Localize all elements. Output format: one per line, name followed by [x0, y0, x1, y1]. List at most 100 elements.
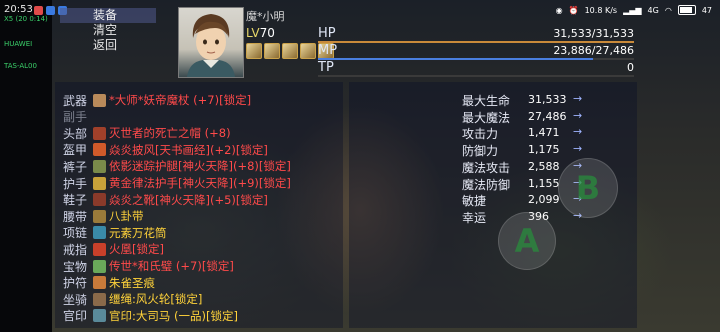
arrow-icon: →: [573, 108, 583, 122]
skill-icon: [282, 43, 298, 59]
equipment-item-name: 朱雀圣痕: [109, 275, 155, 290]
item-icon: [93, 143, 106, 157]
hp-label: HP: [318, 26, 336, 41]
equipment-row[interactable]: 官印 官印:大司马 (一品)[锁定]: [63, 308, 238, 324]
attribute-row: 攻击力 1,471 →: [462, 125, 632, 141]
equipment-slot-label: 鞋子: [63, 193, 88, 208]
attribute-label: 防御力: [462, 144, 499, 159]
equipment-slot-label: 官印: [63, 309, 88, 324]
arrow-icon: →: [573, 142, 583, 156]
equipment-item-name: *大师*妖帝魔杖 (+7)[锁定]: [109, 93, 252, 107]
hp-value: 31,533/31,533: [553, 27, 634, 40]
attribute-row: 最大魔法 27,486 →: [462, 109, 632, 125]
equipment-slot-label: 宝物: [63, 259, 88, 274]
equipment-item-name: 缰绳:风火轮[锁定]: [109, 292, 203, 307]
attribute-value: 2,099: [528, 193, 560, 207]
item-icon: [93, 292, 106, 306]
equipment-slot-label: 护符: [63, 276, 88, 291]
device-line-2: HUAWEI: [4, 40, 33, 48]
equipment-item-name: 官印:大司马 (一品)[锁定]: [109, 308, 238, 323]
hp-stat: HP 31,533/31,533: [318, 26, 634, 43]
equipment-item-name: 八卦带: [109, 209, 144, 224]
signal-icon: ▂▄▆: [623, 5, 642, 15]
equipment-slot-label: 副手: [63, 110, 88, 125]
a-button[interactable]: A: [498, 212, 556, 270]
equipment-slot-label: 坐骑: [63, 292, 88, 307]
equipment-row[interactable]: 头部 灭世者的死亡之帽 (+8): [63, 125, 231, 141]
device-line-3: TAS-AL00: [4, 62, 37, 70]
attribute-label: 魔法攻击: [462, 160, 511, 175]
equipment-item-name: 火凰[锁定]: [109, 242, 164, 257]
item-icon: [93, 193, 106, 207]
attribute-label: 攻击力: [462, 127, 499, 142]
equipment-slot-label: 裤子: [63, 159, 88, 174]
mp-stat: MP 23,886/27,486: [318, 43, 634, 60]
level-value: 70: [259, 26, 275, 40]
character-name: 魔*小明: [246, 10, 285, 23]
arrow-icon: →: [573, 92, 583, 105]
mp-label: MP: [318, 43, 338, 58]
battery-icon: [677, 5, 696, 15]
arrow-icon: →: [573, 125, 583, 139]
equipment-row[interactable]: 鞋子 焱炎之靴[神火天降](+5)[锁定]: [63, 192, 268, 208]
system-icons: ◉ ⏰ 10.8 K/s ▂▄▆ 4G ◠ 47: [556, 5, 712, 15]
attribute-row: 防御力 1,175 →: [462, 142, 632, 158]
equipment-slot-label: 戒指: [63, 242, 88, 257]
equipment-row[interactable]: 宝物 传世*和氏璧 (+7)[锁定]: [63, 258, 234, 274]
tp-value: 0: [627, 61, 634, 74]
equipment-slot-label: 护手: [63, 176, 88, 191]
equipment-row[interactable]: 腰带 八卦带: [63, 208, 144, 224]
equipment-row[interactable]: 护符 朱雀圣痕: [63, 275, 155, 291]
tp-bar: [318, 75, 634, 77]
status-time: 20:53: [4, 4, 33, 15]
attribute-value: 1,471: [528, 126, 560, 140]
equipment-item-name: 焱炎之靴[神火天降](+5)[锁定]: [109, 192, 268, 207]
equipment-row[interactable]: 武器 *大师*妖帝魔杖 (+7)[锁定]: [63, 92, 251, 108]
attribute-value: 31,533: [528, 93, 567, 106]
mp-value: 23,886/27,486: [553, 44, 634, 57]
wifi-icon: ◠: [664, 5, 672, 15]
item-icon: [93, 242, 106, 256]
attribute-label: 幸运: [462, 210, 487, 225]
battery-level: 47: [701, 5, 712, 15]
item-icon: [93, 276, 106, 290]
equipment-slot-label: 头部: [63, 126, 88, 141]
portrait-image: [187, 14, 235, 77]
b-button[interactable]: B: [558, 158, 618, 218]
menu-item-back[interactable]: 返回: [60, 38, 156, 53]
menu-item-clear[interactable]: 清空: [60, 23, 156, 38]
tp-label: TP: [318, 60, 334, 75]
network-type: 4G: [647, 5, 659, 15]
skill-icon: [300, 43, 316, 59]
equipment-row[interactable]: 坐骑 缰绳:风火轮[锁定]: [63, 291, 202, 307]
attribute-value: 27,486: [528, 109, 567, 123]
equipment-row[interactable]: 裤子 依影迷踪护腿[神火天降](+8)[锁定]: [63, 158, 291, 174]
attribute-value: 1,175: [528, 143, 560, 157]
equipment-item-name: 黄金律法护手[神火天降](+9)[锁定]: [109, 176, 291, 190]
menu-item-equip[interactable]: 装备: [60, 8, 156, 23]
equipment-row[interactable]: 副手: [63, 109, 93, 125]
attribute-label: 敏捷: [462, 194, 487, 209]
equipment-item-name: 元素万花筒: [109, 225, 167, 240]
attribute-label: 最大魔法: [462, 110, 511, 125]
equipment-row[interactable]: 盔甲 焱炎披风[天书画经](+2)[锁定]: [63, 142, 268, 158]
alarm-icon: ⏰: [568, 5, 579, 15]
eye-icon: ◉: [555, 5, 563, 15]
skill-icon: [264, 43, 280, 59]
item-icon: [93, 159, 106, 173]
equipment-item-name: 灭世者的死亡之帽 (+8): [109, 126, 231, 141]
item-icon: [93, 259, 106, 273]
equipment-row[interactable]: 戒指 火凰[锁定]: [63, 241, 164, 257]
item-icon: [93, 126, 106, 140]
equipment-item-name: 焱炎披风[天书画经](+2)[锁定]: [109, 142, 268, 157]
equipment-slot-label: 武器: [63, 93, 88, 108]
command-menu: 装备 清空 返回: [60, 8, 156, 58]
level-label: LV: [246, 26, 260, 40]
character-level: LV70: [246, 26, 275, 40]
equipment-row[interactable]: 护手 黄金律法护手[神火天降](+9)[锁定]: [63, 175, 291, 191]
item-icon: [93, 93, 106, 107]
item-icon: [93, 226, 106, 240]
equipment-item-name: 依影迷踪护腿[神火天降](+8)[锁定]: [109, 159, 291, 174]
equipment-row[interactable]: 项链 元素万花筒: [63, 225, 167, 241]
tp-stat: TP 0: [318, 60, 634, 77]
